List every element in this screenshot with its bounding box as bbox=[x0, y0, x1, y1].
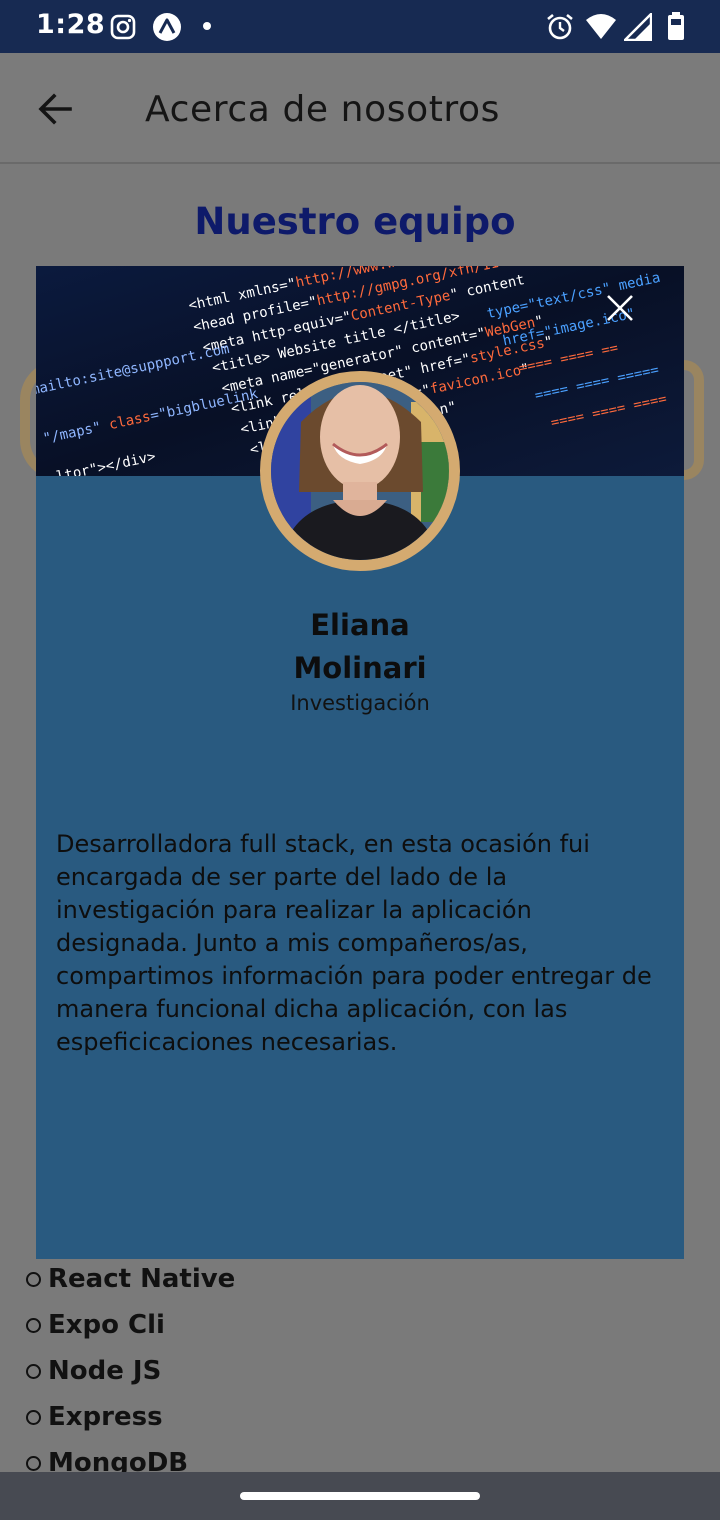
tech-list: React Native Expo Cli Node JS Express Mo… bbox=[26, 1262, 235, 1492]
profile-photo bbox=[260, 371, 460, 571]
member-role: Investigación bbox=[290, 691, 430, 715]
page-title: Acerca de nosotros bbox=[145, 89, 501, 130]
list-item: Express bbox=[26, 1400, 235, 1446]
close-button[interactable] bbox=[602, 290, 638, 326]
instagram-icon bbox=[110, 14, 136, 40]
status-bar: 1:28 bbox=[0, 0, 720, 53]
list-item: React Native bbox=[26, 1262, 235, 1308]
system-nav-bar bbox=[0, 1472, 720, 1520]
home-gesture-handle[interactable] bbox=[240, 1492, 480, 1500]
close-icon bbox=[607, 295, 633, 321]
team-heading: Nuestro equipo bbox=[194, 200, 516, 243]
list-item: Expo Cli bbox=[26, 1308, 235, 1354]
member-first-name: Eliana bbox=[310, 608, 410, 642]
app-bar: Acerca de nosotros bbox=[0, 53, 720, 164]
wifi-icon bbox=[586, 14, 616, 39]
status-time: 1:28 bbox=[36, 9, 106, 40]
expo-icon bbox=[153, 13, 181, 41]
arrow-back-icon bbox=[38, 93, 72, 125]
member-last-name: Molinari bbox=[293, 651, 427, 685]
member-modal: <html xmlns="http://www.w3.org" <head pr… bbox=[36, 266, 684, 1259]
back-button[interactable] bbox=[34, 89, 78, 129]
signal-icon bbox=[624, 13, 652, 41]
member-name: Eliana Molinari bbox=[36, 604, 684, 690]
notification-dot-icon bbox=[203, 22, 211, 30]
battery-icon bbox=[668, 12, 684, 40]
alarm-icon bbox=[547, 13, 573, 40]
list-item: Node JS bbox=[26, 1354, 235, 1400]
background-avatar-right[interactable] bbox=[684, 360, 704, 480]
member-bio: Desarrolladora full stack, en esta ocasi… bbox=[56, 830, 652, 1056]
